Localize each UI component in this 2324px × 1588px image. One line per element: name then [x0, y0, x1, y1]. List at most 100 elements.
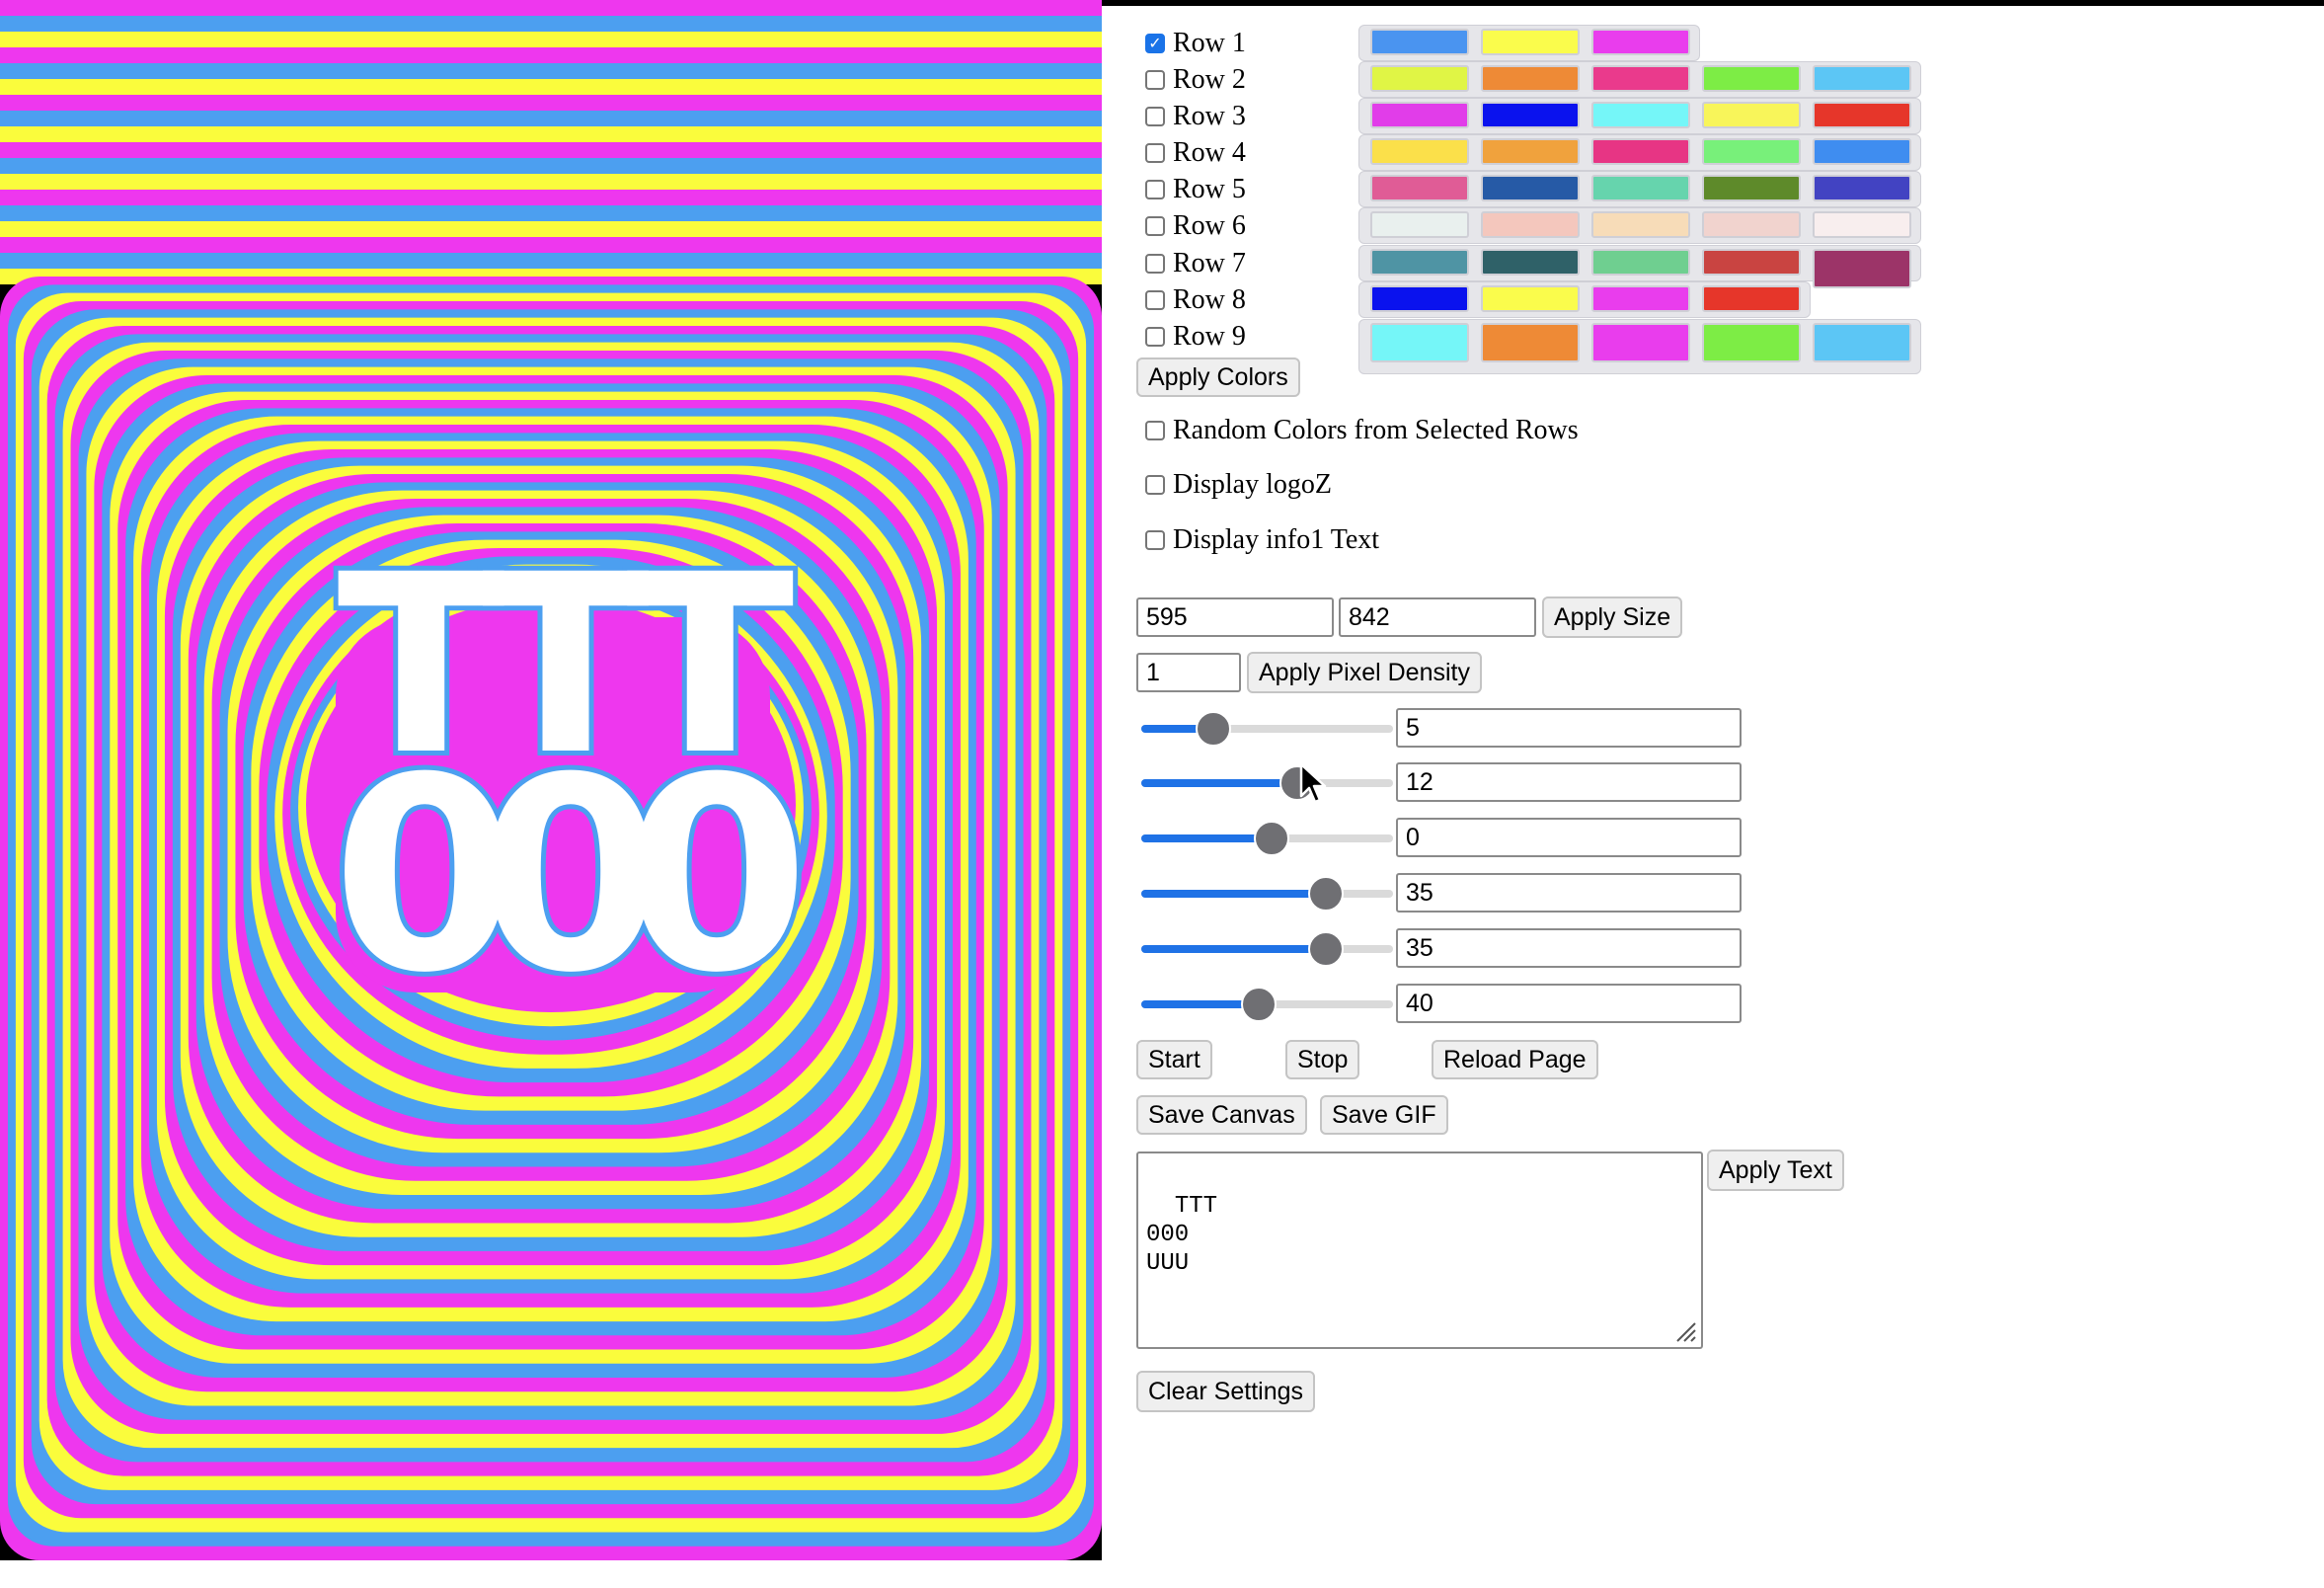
- save-canvas-button[interactable]: Save Canvas: [1136, 1095, 1307, 1135]
- color-swatch[interactable]: [1702, 285, 1801, 312]
- color-swatch[interactable]: [1813, 65, 1911, 92]
- color-swatch[interactable]: [1481, 29, 1580, 55]
- color-swatch[interactable]: [1591, 211, 1690, 238]
- color-swatch[interactable]: [1481, 323, 1580, 362]
- row-2-option[interactable]: Row 2: [1145, 63, 1246, 97]
- slider-4[interactable]: [1141, 876, 1393, 912]
- color-swatch[interactable]: [1813, 138, 1911, 165]
- row-4-option[interactable]: Row 4: [1145, 136, 1246, 170]
- color-swatch[interactable]: [1702, 211, 1801, 238]
- slider-thumb[interactable]: [1253, 821, 1289, 856]
- row-8-option[interactable]: Row 8: [1145, 283, 1246, 317]
- pixel-density-input[interactable]: 1: [1136, 653, 1241, 692]
- row-9-option[interactable]: Row 9: [1145, 320, 1246, 354]
- slider-1[interactable]: [1141, 711, 1393, 747]
- color-swatch[interactable]: [1591, 102, 1690, 128]
- row-7-option[interactable]: Row 7: [1145, 247, 1246, 280]
- slider-3[interactable]: [1141, 821, 1393, 856]
- resize-grip-icon[interactable]: [1671, 1317, 1697, 1343]
- text-input-area[interactable]: TTT 000 UUU: [1136, 1151, 1703, 1349]
- color-swatch[interactable]: [1591, 65, 1690, 92]
- slider-4-value-input[interactable]: 35: [1396, 873, 1742, 913]
- color-swatch[interactable]: [1481, 211, 1580, 238]
- row-3-checkbox[interactable]: [1145, 107, 1165, 126]
- color-swatch[interactable]: [1813, 249, 1911, 288]
- color-swatch[interactable]: [1481, 249, 1580, 276]
- color-swatch[interactable]: [1370, 65, 1469, 92]
- slider-5[interactable]: [1141, 931, 1393, 967]
- slider-thumb[interactable]: [1195, 711, 1231, 747]
- color-swatch[interactable]: [1370, 211, 1469, 238]
- color-swatch[interactable]: [1481, 65, 1580, 92]
- clear-settings-button[interactable]: Clear Settings: [1136, 1371, 1316, 1412]
- color-swatch[interactable]: [1370, 102, 1469, 128]
- color-swatch[interactable]: [1702, 102, 1801, 128]
- save-gif-button[interactable]: Save GIF: [1320, 1095, 1448, 1135]
- reload-page-button[interactable]: Reload Page: [1432, 1040, 1598, 1079]
- color-swatch[interactable]: [1702, 138, 1801, 165]
- slider-2-value-input[interactable]: 12: [1396, 762, 1742, 802]
- color-swatch[interactable]: [1481, 102, 1580, 128]
- color-swatch[interactable]: [1813, 175, 1911, 201]
- slider-3-value-input[interactable]: 0: [1396, 818, 1742, 857]
- row-3-option[interactable]: Row 3: [1145, 100, 1246, 133]
- row-5-option[interactable]: Row 5: [1145, 173, 1246, 206]
- display-info1-option[interactable]: Display info1 Text: [1145, 523, 1379, 557]
- start-button[interactable]: Start: [1136, 1040, 1212, 1079]
- stripe-band: [0, 190, 1102, 205]
- slider-6[interactable]: [1141, 987, 1393, 1022]
- color-swatch[interactable]: [1591, 175, 1690, 201]
- display-logoz-checkbox[interactable]: [1145, 475, 1165, 495]
- row-9-checkbox[interactable]: [1145, 327, 1165, 347]
- slider-thumb[interactable]: [1307, 931, 1344, 967]
- row-4-checkbox[interactable]: [1145, 143, 1165, 163]
- color-swatch[interactable]: [1813, 211, 1911, 238]
- slider-thumb[interactable]: [1240, 987, 1277, 1022]
- slider-thumb[interactable]: [1307, 876, 1344, 912]
- row-6-checkbox[interactable]: [1145, 216, 1165, 236]
- row-2-label: Row 2: [1173, 64, 1246, 95]
- row-1-checkbox[interactable]: [1145, 34, 1165, 53]
- color-swatch[interactable]: [1591, 249, 1690, 276]
- color-swatch[interactable]: [1813, 102, 1911, 128]
- color-swatch[interactable]: [1370, 29, 1469, 55]
- color-swatch[interactable]: [1702, 175, 1801, 201]
- display-logoz-option[interactable]: Display logoZ: [1145, 468, 1332, 502]
- color-swatch[interactable]: [1591, 323, 1690, 362]
- display-info1-checkbox[interactable]: [1145, 530, 1165, 550]
- slider-5-value-input[interactable]: 35: [1396, 928, 1742, 968]
- apply-text-button[interactable]: Apply Text: [1707, 1150, 1844, 1191]
- color-swatch[interactable]: [1370, 323, 1469, 362]
- color-swatch[interactable]: [1813, 323, 1911, 362]
- color-swatch[interactable]: [1481, 285, 1580, 312]
- color-swatch[interactable]: [1702, 249, 1801, 276]
- color-swatch[interactable]: [1370, 285, 1469, 312]
- color-swatch[interactable]: [1702, 323, 1801, 362]
- color-swatch[interactable]: [1370, 138, 1469, 165]
- row-5-checkbox[interactable]: [1145, 180, 1165, 199]
- color-swatch[interactable]: [1481, 175, 1580, 201]
- color-swatch[interactable]: [1481, 138, 1580, 165]
- color-swatch[interactable]: [1591, 29, 1690, 55]
- apply-colors-button[interactable]: Apply Colors: [1136, 357, 1300, 397]
- apply-size-button[interactable]: Apply Size: [1542, 596, 1683, 638]
- color-swatch[interactable]: [1591, 285, 1690, 312]
- stop-button[interactable]: Stop: [1285, 1040, 1360, 1079]
- row-7-checkbox[interactable]: [1145, 254, 1165, 274]
- height-input[interactable]: 842: [1339, 597, 1536, 637]
- width-input[interactable]: 595: [1136, 597, 1334, 637]
- slider-2[interactable]: [1141, 765, 1393, 801]
- row-2-checkbox[interactable]: [1145, 70, 1165, 90]
- row-8-checkbox[interactable]: [1145, 290, 1165, 310]
- apply-pixel-density-button[interactable]: Apply Pixel Density: [1247, 652, 1482, 693]
- color-swatch[interactable]: [1370, 249, 1469, 276]
- row-6-option[interactable]: Row 6: [1145, 209, 1246, 243]
- slider-1-value-input[interactable]: 5: [1396, 708, 1742, 748]
- color-swatch[interactable]: [1702, 65, 1801, 92]
- random-colors-option[interactable]: Random Colors from Selected Rows: [1145, 414, 1579, 447]
- color-swatch[interactable]: [1591, 138, 1690, 165]
- random-colors-checkbox[interactable]: [1145, 421, 1165, 440]
- row-1-option[interactable]: Row 1: [1145, 27, 1246, 60]
- color-swatch[interactable]: [1370, 175, 1469, 201]
- slider-6-value-input[interactable]: 40: [1396, 984, 1742, 1023]
